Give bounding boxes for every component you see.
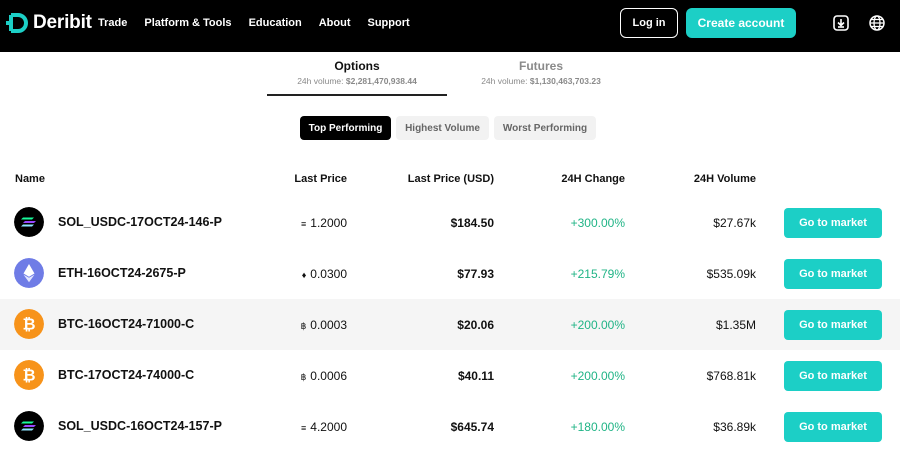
last-price: ฿ 0.0003 — [301, 318, 347, 332]
change-24h: +200.00% — [570, 318, 625, 332]
svg-text:₿: ₿ — [22, 315, 35, 334]
column-header-last-price: Last Price — [294, 173, 347, 185]
column-header-name: Name — [15, 173, 45, 185]
change-24h: +180.00% — [570, 420, 625, 434]
go-to-market-button[interactable]: Go to market — [784, 208, 882, 238]
last-price-value: 0.0300 — [310, 267, 347, 281]
solana-icon — [14, 207, 44, 237]
currency-symbol: ♦ — [301, 270, 307, 280]
currency-symbol: ฿ — [300, 372, 307, 382]
last-price-usd: $184.50 — [450, 216, 494, 230]
nav-link-education[interactable]: Education — [249, 17, 302, 29]
column-header-24h-change: 24H Change — [561, 173, 625, 185]
download-app-icon[interactable] — [832, 14, 850, 32]
change-24h: +300.00% — [570, 216, 625, 230]
last-price-value: 1.2000 — [310, 216, 347, 230]
tab-futures-label: Futures — [518, 59, 563, 73]
bitcoin-icon: ₿ — [14, 309, 44, 339]
instrument-name[interactable]: SOL_USDC-16OCT24-157-P — [58, 419, 222, 433]
svg-text:₿: ₿ — [22, 366, 35, 385]
logo[interactable]: Deribit — [6, 12, 92, 34]
column-header-last-price-usd: Last Price (USD) — [407, 173, 494, 185]
instrument-name[interactable]: BTC-16OCT24-71000-C — [58, 317, 194, 331]
active-tab-indicator — [267, 94, 447, 96]
last-price: ≡ 1.2000 — [301, 216, 347, 230]
globe-icon[interactable] — [868, 14, 886, 32]
tab-options[interactable]: Options 24h volume: $2,281,470,938.44 — [267, 59, 447, 86]
login-button[interactable]: Log in — [620, 8, 678, 38]
tab-options-label: Options — [334, 59, 380, 73]
volume-value: $2,281,470,938.44 — [345, 76, 417, 86]
last-price-value: 0.0003 — [310, 318, 347, 332]
table-row: SOL_USDC-17OCT24-146-P ≡ 1.2000 $184.50 +… — [0, 197, 900, 248]
filter-top-performing[interactable]: Top Performing — [300, 116, 391, 140]
last-price-usd: $40.11 — [457, 369, 494, 383]
instrument-name[interactable]: ETH-16OCT24-2675-P — [58, 266, 186, 280]
filter-highest-volume[interactable]: Highest Volume — [396, 116, 489, 140]
go-to-market-button[interactable]: Go to market — [784, 259, 882, 289]
nav-links: Trade Platform & Tools Education About S… — [98, 17, 427, 29]
last-price-value: 4.2000 — [310, 420, 347, 434]
top-nav: Deribit Trade Platform & Tools Education… — [0, 0, 900, 52]
go-to-market-button[interactable]: Go to market — [784, 361, 882, 391]
currency-symbol: ≡ — [301, 219, 307, 229]
volume-prefix: 24h volume: — [481, 76, 528, 86]
currency-symbol: ≡ — [301, 423, 307, 433]
column-header-24h-volume: 24H Volume — [693, 173, 756, 185]
table-row: ₿ BTC-17OCT24-74000-C ฿ 0.0006 $40.11 +20… — [0, 350, 900, 401]
ethereum-icon — [14, 258, 44, 288]
last-price: ฿ 0.0006 — [301, 369, 347, 383]
last-price-usd: $645.74 — [450, 420, 494, 434]
instrument-name[interactable]: SOL_USDC-17OCT24-146-P — [58, 215, 222, 229]
last-price-value: 0.0006 — [310, 369, 347, 383]
table-row: ETH-16OCT24-2675-P ♦ 0.0300 $77.93 +215.7… — [0, 248, 900, 299]
volume-value: $1,130,463,703.23 — [529, 76, 601, 86]
currency-symbol: ฿ — [300, 321, 307, 331]
volume-24h: $1.35M — [715, 318, 756, 332]
instrument-name[interactable]: BTC-17OCT24-74000-C — [58, 368, 194, 382]
volume-prefix: 24h volume: — [297, 76, 344, 86]
solana-icon — [14, 411, 44, 441]
tab-options-volume: 24h volume: $2,281,470,938.44 — [267, 76, 447, 86]
create-account-button[interactable]: Create account — [686, 8, 796, 38]
last-price: ♦ 0.0300 — [302, 267, 347, 281]
go-to-market-button[interactable]: Go to market — [784, 310, 882, 340]
filter-worst-performing[interactable]: Worst Performing — [494, 116, 596, 140]
last-price: ≡ 4.2000 — [301, 420, 347, 434]
volume-24h: $27.67k — [713, 216, 756, 230]
last-price-usd: $77.93 — [457, 267, 494, 281]
volume-24h: $535.09k — [706, 267, 756, 281]
nav-link-trade[interactable]: Trade — [98, 17, 127, 29]
tab-futures-volume: 24h volume: $1,130,463,703.23 — [451, 76, 631, 86]
last-price-usd: $20.06 — [457, 318, 494, 332]
logo-text: Deribit — [33, 12, 92, 33]
nav-link-about[interactable]: About — [319, 17, 351, 29]
change-24h: +200.00% — [570, 369, 625, 383]
table-row: ₿ BTC-16OCT24-71000-C ฿ 0.0003 $20.06 +20… — [0, 299, 900, 350]
nav-link-platform-tools[interactable]: Platform & Tools — [144, 17, 231, 29]
deribit-logo-icon — [6, 13, 28, 33]
nav-link-support[interactable]: Support — [368, 17, 410, 29]
volume-24h: $36.89k — [713, 420, 756, 434]
volume-24h: $768.81k — [706, 369, 756, 383]
go-to-market-button[interactable]: Go to market — [784, 412, 882, 442]
bitcoin-icon: ₿ — [14, 360, 44, 390]
tab-futures[interactable]: Futures 24h volume: $1,130,463,703.23 — [451, 59, 631, 86]
table-row: SOL_USDC-16OCT24-157-P ≡ 4.2000 $645.74 +… — [0, 401, 900, 452]
change-24h: +215.79% — [570, 267, 625, 281]
